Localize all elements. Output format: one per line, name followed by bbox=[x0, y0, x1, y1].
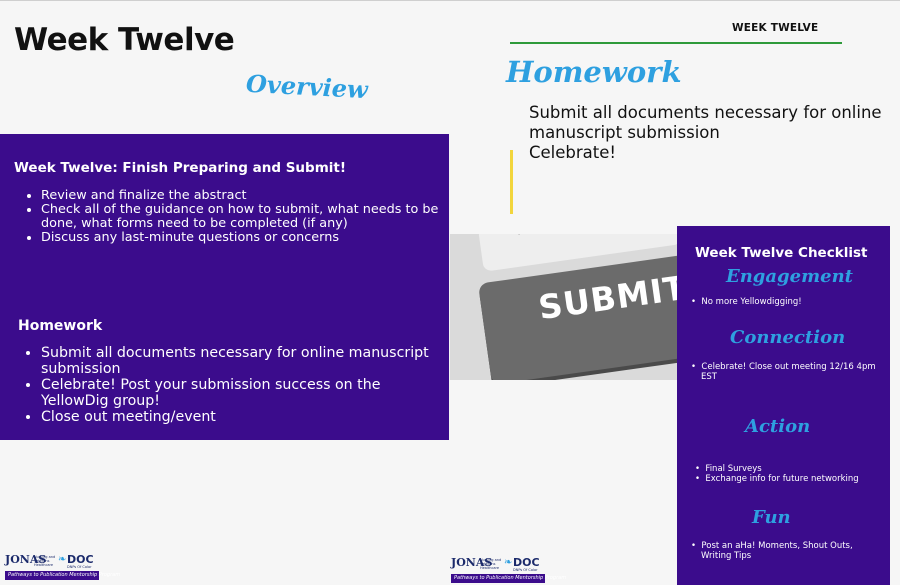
list-item: Submit all documents necessary for onlin… bbox=[41, 345, 441, 377]
list-item: • Final Surveys bbox=[695, 464, 762, 474]
flame-icon: ❧ bbox=[504, 557, 513, 568]
page-title: Week Twelve bbox=[14, 22, 235, 58]
list-item: Writing Tips bbox=[701, 551, 752, 561]
homework-summary-line: manuscript submission bbox=[529, 123, 720, 142]
green-divider bbox=[510, 42, 842, 44]
overview-heading: Week Twelve: Finish Preparing and Submit… bbox=[14, 160, 346, 176]
top-key-label: loo bbox=[516, 234, 539, 239]
homework-summary-line: Submit all documents necessary for onlin… bbox=[529, 103, 882, 122]
banner-text: Pathways to Publication Mentorship Progr… bbox=[454, 575, 567, 581]
list-item: • No more Yellowdigging! bbox=[691, 297, 802, 307]
list-item: Discuss any last-minute questions or con… bbox=[41, 231, 441, 245]
homework-label: Homework bbox=[506, 55, 682, 89]
overview-list: Review and finalize the abstract Check a… bbox=[41, 189, 441, 245]
engagement-label: Engagement bbox=[726, 266, 853, 287]
list-item: • Celebrate! Close out meeting 12/16 4pm bbox=[691, 362, 876, 372]
overview-label: Overview bbox=[245, 68, 369, 105]
checklist-title: Week Twelve Checklist bbox=[695, 245, 868, 261]
banner-text: Pathways to Publication Mentorship Progr… bbox=[8, 572, 121, 578]
list-item: EST bbox=[701, 372, 717, 382]
fun-label: Fun bbox=[752, 507, 791, 528]
action-label: Action bbox=[745, 416, 811, 437]
fun-list: • Post an aHa! Moments, Shout Outs, Writ… bbox=[691, 541, 853, 561]
list-item: • Post an aHa! Moments, Shout Outs, bbox=[691, 541, 853, 551]
doc-subtitle: DNPs Of Color bbox=[67, 565, 92, 569]
top-border bbox=[0, 0, 900, 1]
program-banner: Pathways to Publication Mentorship Progr… bbox=[5, 571, 120, 580]
engagement-list: • No more Yellowdigging! bbox=[691, 297, 802, 307]
homework-summary-line: Celebrate! bbox=[529, 143, 617, 162]
program-logo-center: JONAS Nursing and Veterans Healthcare ❧ … bbox=[451, 556, 566, 584]
list-item: Close out meeting/event bbox=[41, 409, 441, 425]
program-logo-left: JONAS Nursing and Veterans Healthcare ❧ … bbox=[5, 553, 120, 581]
program-banner: Pathways to Publication Mentorship Progr… bbox=[451, 574, 566, 583]
list-item: Celebrate! Post your submission success … bbox=[41, 377, 441, 409]
homework-summary: Submit all documents necessary for onlin… bbox=[529, 103, 882, 163]
week-label: WEEK TWELVE bbox=[732, 22, 819, 34]
doc-subtitle: DNPs Of Color bbox=[513, 568, 538, 572]
list-item: • Exchange info for future networking bbox=[695, 474, 859, 484]
connection-list: • Celebrate! Close out meeting 12/16 4pm… bbox=[691, 362, 876, 382]
yellow-accent-bar bbox=[510, 150, 513, 214]
action-list: • Final Surveys • Exchange info for futu… bbox=[695, 464, 859, 484]
overview-panel: Week Twelve: Finish Preparing and Submit… bbox=[0, 134, 449, 440]
homework-list: Submit all documents necessary for onlin… bbox=[41, 345, 441, 425]
flame-icon: ❧ bbox=[58, 554, 67, 565]
connection-label: Connection bbox=[730, 327, 846, 348]
homework-heading: Homework bbox=[18, 318, 103, 334]
list-item: Check all of the guidance on how to subm… bbox=[41, 203, 441, 231]
list-item: Review and finalize the abstract bbox=[41, 189, 441, 203]
checklist-panel: Week Twelve Checklist Engagement • No mo… bbox=[677, 226, 890, 585]
